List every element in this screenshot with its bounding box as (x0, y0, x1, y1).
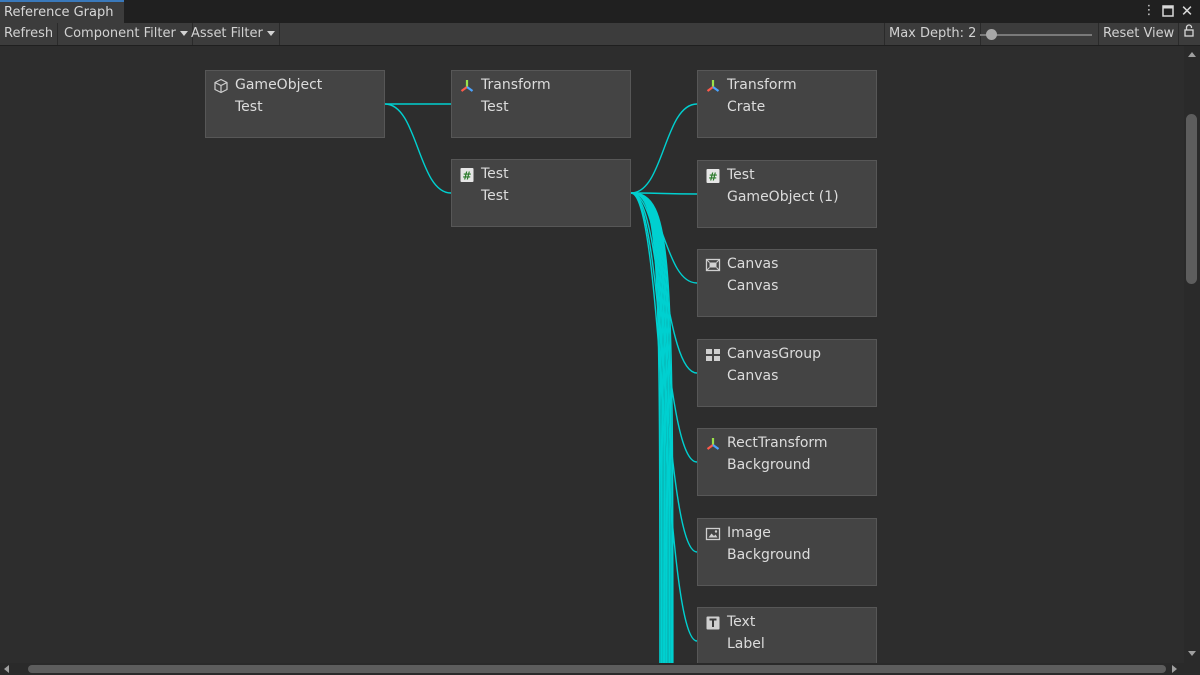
toolbar: Refresh Component Filter Asset Filter Ma… (0, 23, 1200, 46)
asset-filter-dropdown[interactable]: Asset Filter (187, 23, 280, 45)
node-object-name: Canvas (727, 368, 779, 384)
node-type-label: RectTransform (727, 435, 828, 451)
node-object-name: Canvas (727, 278, 779, 294)
graph-edges (384, 103, 698, 663)
node-type-label: Text (727, 614, 756, 630)
lock-icon[interactable] (1181, 24, 1197, 42)
graph-edge (384, 103, 452, 194)
graph-edge (630, 192, 698, 195)
node-object-name: GameObject (1) (727, 189, 839, 205)
graph-edge-offscreen (630, 192, 664, 663)
component-filter-label: Component Filter (64, 26, 176, 41)
transform-icon (459, 78, 475, 94)
window-tab[interactable]: Reference Graph (0, 0, 124, 23)
graph-node[interactable]: Transform Crate (697, 70, 877, 138)
window-title-bar: Reference Graph ⋮ ✕ (0, 0, 1200, 23)
graph-node[interactable]: Transform Test (451, 70, 631, 138)
graph-edge (630, 103, 698, 194)
node-type-label: Image (727, 525, 771, 541)
graph-edge-offscreen (630, 192, 663, 663)
graph-node[interactable]: # Test GameObject (1) (697, 160, 877, 228)
transform-icon (705, 78, 721, 94)
graph-node[interactable]: CanvasGroup Canvas (697, 339, 877, 407)
node-object-name: Background (727, 457, 811, 473)
reset-view-label: Reset View (1103, 26, 1175, 41)
scroll-up-icon[interactable] (1188, 52, 1196, 57)
node-type-label: Transform (481, 77, 551, 93)
node-type-label: Transform (727, 77, 797, 93)
scroll-down-icon[interactable] (1188, 651, 1196, 656)
asset-filter-label: Asset Filter (191, 26, 263, 41)
horizontal-scrollbar[interactable] (0, 663, 1184, 675)
node-object-name: Label (727, 636, 765, 652)
node-object-name: Test (235, 99, 263, 115)
node-object-name: Background (727, 547, 811, 563)
max-depth-text: Max Depth: 2 (889, 26, 977, 41)
component-filter-dropdown[interactable]: Component Filter (60, 23, 193, 45)
graph-node[interactable]: Text Label (697, 607, 877, 663)
chevron-down-icon (266, 31, 275, 36)
script-icon: # (705, 168, 721, 184)
canvas-group-icon (705, 347, 721, 363)
graph-node[interactable]: # Test Test (451, 159, 631, 227)
transform-icon (705, 436, 721, 452)
kebab-menu-icon[interactable]: ⋮ (1141, 2, 1157, 20)
canvas-icon (705, 257, 721, 273)
node-type-label: Canvas (727, 256, 779, 272)
node-type-label: Test (481, 166, 509, 182)
node-type-label: Test (727, 167, 755, 183)
node-object-name: Test (481, 188, 509, 204)
text-icon (705, 615, 721, 631)
max-depth-label: Max Depth: 2 (884, 23, 982, 45)
close-icon[interactable]: ✕ (1179, 2, 1195, 20)
node-type-label: GameObject (235, 77, 323, 93)
svg-text:#: # (462, 170, 471, 183)
vertical-scrollbar[interactable] (1184, 46, 1200, 663)
node-object-name: Crate (727, 99, 766, 115)
graph-edge-offscreen (630, 192, 661, 663)
max-depth-slider-handle[interactable] (986, 29, 998, 40)
graph-node[interactable]: GameObject Test (205, 70, 385, 138)
script-icon: # (459, 167, 475, 183)
scroll-right-icon[interactable] (1172, 665, 1177, 673)
graph-node[interactable]: Image Background (697, 518, 877, 586)
node-object-name: Test (481, 99, 509, 115)
graph-node[interactable]: RectTransform Background (697, 428, 877, 496)
reset-view-button[interactable]: Reset View (1098, 23, 1180, 45)
scroll-left-icon[interactable] (4, 665, 9, 673)
graph-node[interactable]: Canvas Canvas (697, 249, 877, 317)
maximize-icon[interactable] (1160, 2, 1176, 20)
refresh-button[interactable]: Refresh (0, 23, 59, 45)
svg-text:#: # (708, 171, 717, 184)
graph-canvas[interactable]: GameObject Test Transform Test # Test Test Tran… (0, 46, 1184, 663)
vertical-scroll-thumb[interactable] (1186, 114, 1197, 284)
refresh-label: Refresh (4, 26, 54, 41)
cube-icon (213, 78, 229, 94)
node-type-label: CanvasGroup (727, 346, 822, 362)
horizontal-scroll-thumb[interactable] (28, 665, 1166, 673)
image-icon (705, 526, 721, 542)
